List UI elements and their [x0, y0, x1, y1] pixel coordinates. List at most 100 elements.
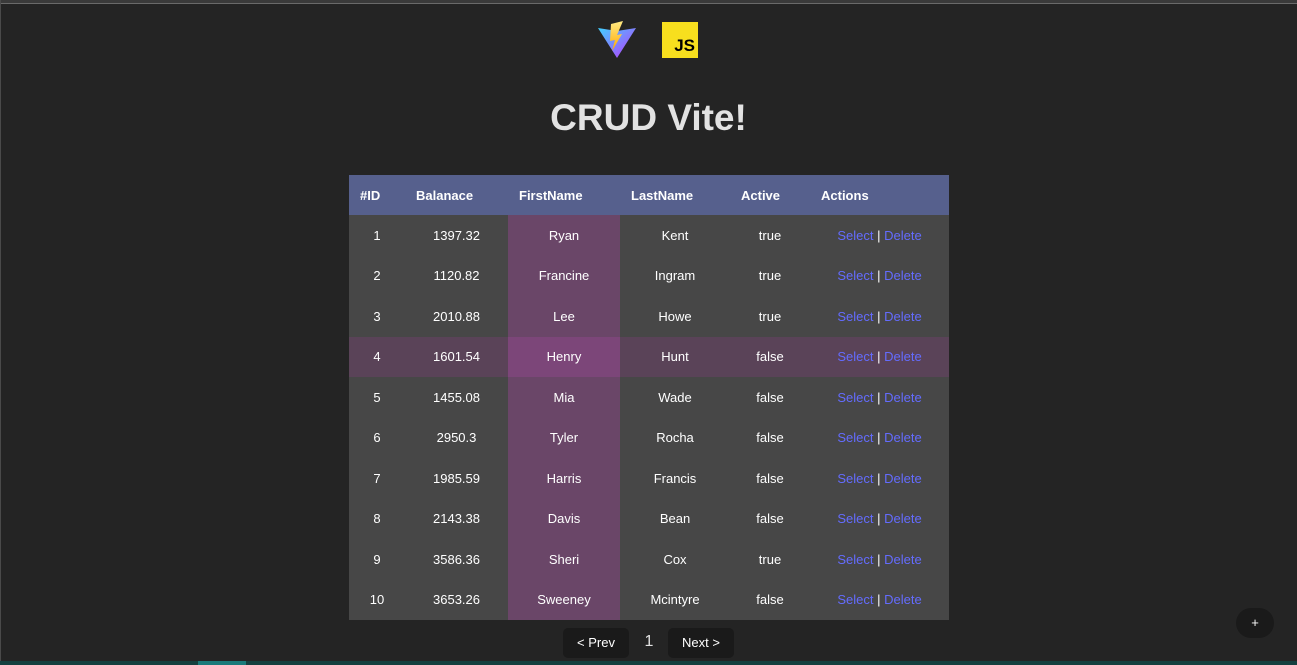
action-separator: | — [877, 308, 881, 324]
cell-id: 4 — [373, 349, 381, 365]
delete-link[interactable]: Delete — [884, 592, 922, 607]
cell-active: true — [758, 551, 782, 567]
select-link[interactable]: Select — [837, 471, 873, 486]
cell-id: 3 — [373, 308, 381, 324]
select-link[interactable]: Select — [837, 349, 873, 364]
table-row: 3 2010.88 Lee Howe true Select | Delete — [349, 296, 949, 337]
cell-balance: 1601.54 — [433, 349, 480, 365]
cell-active: true — [758, 227, 782, 243]
select-link[interactable]: Select — [837, 430, 873, 445]
action-separator: | — [877, 470, 881, 486]
action-separator: | — [877, 592, 881, 608]
table-row: 4 1601.54 Henry Hunt false Select | Delete — [349, 336, 949, 378]
cell-actions: Select | Delete — [810, 580, 949, 621]
select-link[interactable]: Select — [837, 511, 873, 526]
cell-balance: 2143.38 — [433, 511, 480, 527]
select-link[interactable]: Select — [837, 228, 873, 243]
cell-actions: Select | Delete — [810, 215, 949, 256]
data-table-container: #ID Balanace FirstName LastName Active A… — [349, 175, 949, 620]
cell-actions: Select | Delete — [810, 418, 949, 459]
delete-link[interactable]: Delete — [884, 309, 922, 324]
table-row: 1 1397.32 Ryan Kent true Select | Delete — [349, 215, 949, 256]
cell-active: false — [756, 349, 784, 365]
next-page-button[interactable]: Next > — [668, 628, 734, 658]
add-button[interactable]: + — [1236, 608, 1274, 638]
cell-id: 9 — [373, 551, 381, 567]
cell-id: 8 — [373, 511, 381, 527]
cell-id: 2 — [373, 268, 381, 284]
cell-lastname: Howe — [658, 308, 692, 324]
prev-page-button[interactable]: < Prev — [563, 628, 629, 658]
cell-firstname: Henry — [508, 336, 620, 377]
select-link[interactable]: Select — [837, 592, 873, 607]
cell-lastname: Rocha — [656, 430, 694, 446]
cell-balance: 1455.08 — [433, 389, 480, 405]
window-top-border — [0, 0, 1297, 4]
action-separator: | — [877, 349, 881, 365]
cell-actions: Select | Delete — [810, 539, 949, 580]
cell-firstname: Sweeney — [508, 579, 620, 620]
cell-balance: 2010.88 — [433, 308, 480, 324]
bottom-status-bar — [0, 661, 1297, 665]
cell-actions: Select | Delete — [810, 296, 949, 337]
cell-firstname: Davis — [508, 498, 620, 539]
bottom-status-indicator — [198, 661, 246, 665]
select-link[interactable]: Select — [837, 309, 873, 324]
cell-active: true — [758, 268, 782, 284]
cell-id: 6 — [373, 430, 381, 446]
table-row: 2 1120.82 Francine Ingram true Select | Delet… — [349, 255, 949, 296]
js-logo[interactable]: JS — [662, 22, 698, 58]
cell-id: 7 — [373, 470, 381, 486]
header-id: #ID — [360, 187, 381, 203]
select-link[interactable]: Select — [837, 268, 873, 283]
delete-link[interactable]: Delete — [884, 390, 922, 405]
cell-firstname: Sheri — [508, 539, 620, 580]
cell-id: 5 — [373, 389, 381, 405]
table-header-row: #ID Balanace FirstName LastName Active A… — [349, 175, 949, 215]
cell-actions: Select | Delete — [810, 499, 949, 540]
cell-lastname: Francis — [653, 470, 697, 486]
cell-id: 10 — [369, 592, 385, 608]
page-title: CRUD Vite! — [550, 97, 747, 138]
cell-balance: 1120.82 — [433, 268, 480, 284]
select-link[interactable]: Select — [837, 390, 873, 405]
cell-firstname: Francine — [508, 255, 620, 296]
data-table: #ID Balanace FirstName LastName Active A… — [349, 175, 949, 620]
delete-link[interactable]: Delete — [884, 228, 922, 243]
header-lastname: LastName — [631, 187, 694, 203]
js-logo-text: JS — [674, 36, 695, 55]
header-active: Active — [741, 187, 781, 203]
action-separator: | — [877, 268, 881, 284]
cell-id: 1 — [373, 227, 381, 243]
cell-balance: 2950.3 — [436, 430, 477, 446]
cell-firstname: Mia — [508, 377, 620, 418]
table-row: 6 2950.3 Tyler Rocha false Select | Delete — [349, 417, 949, 459]
cell-lastname: Mcintyre — [650, 592, 700, 608]
table-row: 9 3586.36 Sheri Cox true Select | Delete — [349, 539, 949, 580]
header-balance: Balanace — [416, 187, 474, 203]
table-row: 10 3653.26 Sweeney Mcintyre false Select | De… — [349, 579, 949, 621]
delete-link[interactable]: Delete — [884, 511, 922, 526]
logo-bar: JS — [0, 20, 1297, 60]
cell-active: false — [756, 511, 784, 527]
cell-lastname: Cox — [663, 551, 687, 567]
action-separator: | — [877, 389, 881, 405]
cell-active: false — [756, 592, 784, 608]
cell-actions: Select | Delete — [810, 337, 949, 378]
delete-link[interactable]: Delete — [884, 471, 922, 486]
cell-lastname: Ingram — [654, 268, 696, 284]
cell-firstname: Ryan — [508, 215, 620, 256]
cell-firstname: Lee — [508, 296, 620, 337]
select-link[interactable]: Select — [837, 552, 873, 567]
cell-active: false — [756, 389, 784, 405]
cell-actions: Select | Delete — [810, 377, 949, 418]
cell-firstname: Tyler — [508, 417, 620, 458]
delete-link[interactable]: Delete — [884, 349, 922, 364]
delete-link[interactable]: Delete — [884, 552, 922, 567]
table-row: 8 2143.38 Davis Bean false Select | Delete — [349, 498, 949, 540]
delete-link[interactable]: Delete — [884, 430, 922, 445]
action-separator: | — [877, 551, 881, 567]
vite-logo[interactable] — [597, 20, 637, 60]
action-separator: | — [877, 227, 881, 243]
delete-link[interactable]: Delete — [884, 268, 922, 283]
